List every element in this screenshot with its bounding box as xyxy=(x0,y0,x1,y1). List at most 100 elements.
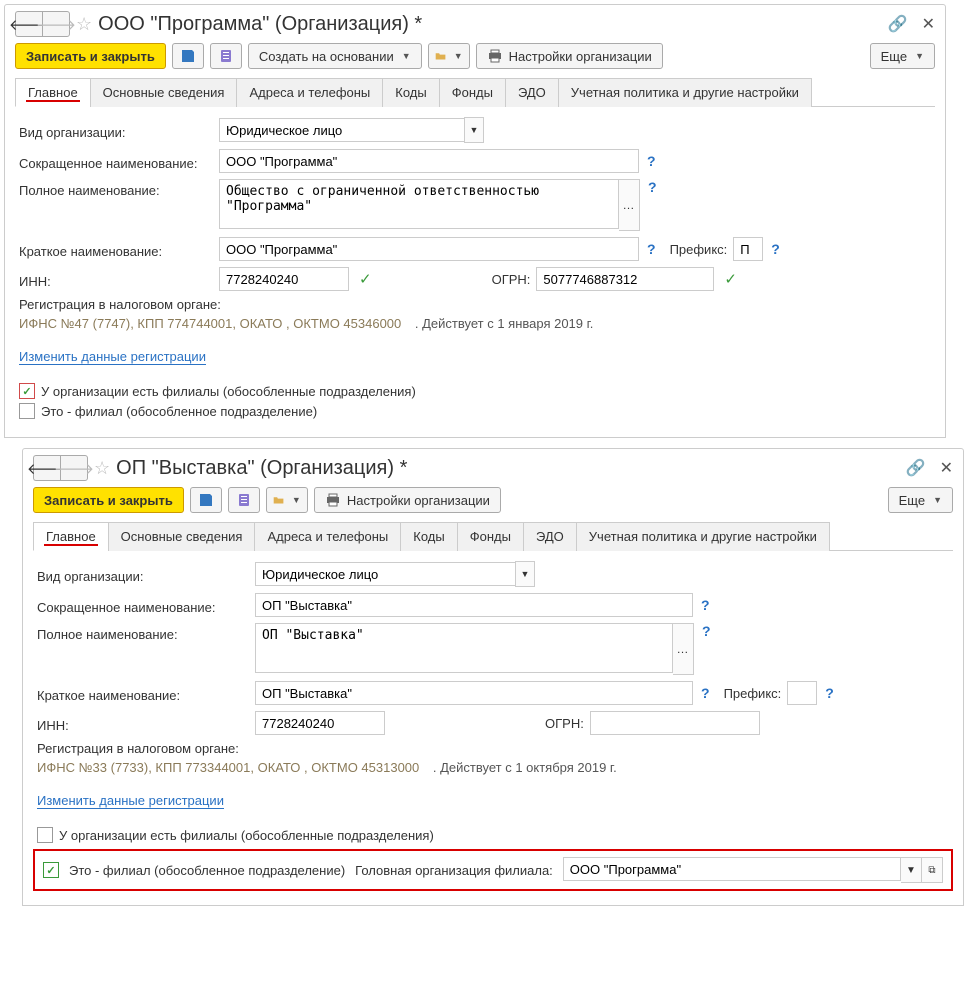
org-settings-button[interactable]: Настройки организации xyxy=(476,43,663,69)
tab-main[interactable]: Главное xyxy=(33,522,109,551)
parent-org-input[interactable] xyxy=(563,857,901,881)
list-icon xyxy=(218,48,234,64)
change-reg-link[interactable]: Изменить данные регистрации xyxy=(37,793,224,809)
checkbox-has-branches[interactable] xyxy=(37,827,53,843)
label-parent-org: Головная организация филиала: xyxy=(355,863,553,878)
org-window-2: 🡐 🡒 ☆ ОП "Выставка" (Организация) * 🔗 ✕ … xyxy=(22,448,964,906)
org-settings-button[interactable]: Настройки организации xyxy=(314,487,501,513)
brief-name-input[interactable] xyxy=(255,681,693,705)
ogrn-input[interactable] xyxy=(590,711,760,735)
tab-funds[interactable]: Фонды xyxy=(457,522,524,551)
label-short-name: Сокращенное наименование: xyxy=(19,152,219,171)
help-icon[interactable]: ? xyxy=(648,179,657,195)
more-button[interactable]: Еще ▼ xyxy=(870,43,935,69)
save-close-button[interactable]: Записать и закрыть xyxy=(33,487,184,513)
more-button[interactable]: Еще ▼ xyxy=(888,487,953,513)
label-brief-name: Краткое наименование: xyxy=(19,240,219,259)
favorite-star-icon[interactable]: ☆ xyxy=(76,14,92,35)
org-type-select[interactable]: ▼ xyxy=(219,117,484,143)
ogrn-input[interactable] xyxy=(536,267,714,291)
printer-icon xyxy=(487,48,503,64)
printer-icon xyxy=(325,492,341,508)
forward-button[interactable]: 🡒 xyxy=(42,11,70,37)
branch-highlight-row: ✓ Это - филиал (обособленное подразделен… xyxy=(33,849,953,891)
org-type-select[interactable]: ▼ xyxy=(255,561,535,587)
window-title: ООО "Программа" (Организация) * xyxy=(98,13,888,36)
forward-button[interactable]: 🡒 xyxy=(60,455,88,481)
checkbox-is-branch[interactable] xyxy=(19,403,35,419)
label-org-type: Вид организации: xyxy=(19,121,219,140)
full-name-input[interactable]: Общество с ограниченной ответственностью… xyxy=(219,179,619,229)
prefix-input[interactable] xyxy=(733,237,763,261)
close-icon[interactable]: ✕ xyxy=(922,14,935,34)
list-button[interactable] xyxy=(228,487,260,513)
ellipsis-button[interactable]: … xyxy=(673,623,694,675)
org-type-input[interactable] xyxy=(219,118,464,142)
help-icon[interactable]: ? xyxy=(702,623,711,639)
tabs: Главное Основные сведения Адреса и телеф… xyxy=(15,77,935,107)
short-name-input[interactable] xyxy=(219,149,639,173)
label-brief-name: Краткое наименование: xyxy=(37,684,255,703)
chevron-down-icon[interactable]: ▼ xyxy=(901,857,922,883)
help-icon[interactable]: ? xyxy=(771,241,780,257)
tab-edo[interactable]: ЭДО xyxy=(505,78,559,107)
close-icon[interactable]: ✕ xyxy=(940,458,953,478)
tab-codes[interactable]: Коды xyxy=(400,522,457,551)
label-has-branches: У организации есть филиалы (обособленные… xyxy=(59,828,434,843)
chevron-down-icon[interactable]: ▼ xyxy=(515,561,535,587)
help-icon[interactable]: ? xyxy=(647,153,656,169)
more-label: Еще xyxy=(881,49,907,64)
inn-input[interactable] xyxy=(255,711,385,735)
tab-edo[interactable]: ЭДО xyxy=(523,522,577,551)
label-org-type: Вид организации: xyxy=(37,565,255,584)
label-inn: ИНН: xyxy=(37,714,255,733)
attachments-button[interactable]: ▼ xyxy=(266,487,308,513)
full-name-input[interactable]: ОП "Выставка" xyxy=(255,623,673,673)
open-icon[interactable]: ⧉ xyxy=(922,857,943,883)
registration-date: . Действует с 1 октября 2019 г. xyxy=(433,760,617,775)
change-reg-link[interactable]: Изменить данные регистрации xyxy=(19,349,206,365)
form-content: Вид организации: ▼ Сокращенное наименова… xyxy=(23,551,963,905)
help-icon[interactable]: ? xyxy=(701,685,710,701)
link-icon[interactable]: 🔗 xyxy=(888,14,908,34)
favorite-star-icon[interactable]: ☆ xyxy=(94,458,110,479)
save-close-button[interactable]: Записать и закрыть xyxy=(15,43,166,69)
help-icon[interactable]: ? xyxy=(825,685,834,701)
label-is-branch: Это - филиал (обособленное подразделение… xyxy=(69,863,345,878)
create-based-button[interactable]: Создать на основании ▼ xyxy=(248,43,422,69)
tab-addresses[interactable]: Адреса и телефоны xyxy=(254,522,401,551)
more-label: Еще xyxy=(899,493,925,508)
tab-main[interactable]: Главное xyxy=(15,78,91,107)
link-icon[interactable]: 🔗 xyxy=(906,458,926,478)
attachments-button[interactable]: ▼ xyxy=(428,43,470,69)
save-button[interactable] xyxy=(172,43,204,69)
tab-codes[interactable]: Коды xyxy=(382,78,439,107)
org-window-1: 🡐 🡒 ☆ ООО "Программа" (Организация) * 🔗 … xyxy=(4,4,946,438)
help-icon[interactable]: ? xyxy=(701,597,710,613)
prefix-input[interactable] xyxy=(787,681,817,705)
tab-addresses[interactable]: Адреса и телефоны xyxy=(236,78,383,107)
ellipsis-button[interactable]: … xyxy=(619,179,640,231)
list-button[interactable] xyxy=(210,43,242,69)
short-name-input[interactable] xyxy=(255,593,693,617)
tab-policy[interactable]: Учетная политика и другие настройки xyxy=(576,522,830,551)
chevron-down-icon[interactable]: ▼ xyxy=(464,117,484,143)
label-short-name: Сокращенное наименование: xyxy=(37,596,255,615)
label-is-branch: Это - филиал (обособленное подразделение… xyxy=(41,404,317,419)
org-type-input[interactable] xyxy=(255,562,515,586)
brief-name-input[interactable] xyxy=(219,237,639,261)
checkbox-is-branch[interactable]: ✓ xyxy=(43,862,59,878)
tabs: Главное Основные сведения Адреса и телеф… xyxy=(33,521,953,551)
tab-basic[interactable]: Основные сведения xyxy=(108,522,256,551)
org-settings-label: Настройки организации xyxy=(509,49,652,64)
registration-text: ИФНС №47 (7747), КПП 774744001, ОКАТО , … xyxy=(19,316,401,331)
help-icon[interactable]: ? xyxy=(647,241,656,257)
label-full-name: Полное наименование: xyxy=(37,623,255,642)
inn-input[interactable] xyxy=(219,267,349,291)
label-has-branches: У организации есть филиалы (обособленные… xyxy=(41,384,416,399)
save-button[interactable] xyxy=(190,487,222,513)
tab-basic[interactable]: Основные сведения xyxy=(90,78,238,107)
tab-funds[interactable]: Фонды xyxy=(439,78,506,107)
checkbox-has-branches[interactable]: ✓ xyxy=(19,383,35,399)
tab-policy[interactable]: Учетная политика и другие настройки xyxy=(558,78,812,107)
